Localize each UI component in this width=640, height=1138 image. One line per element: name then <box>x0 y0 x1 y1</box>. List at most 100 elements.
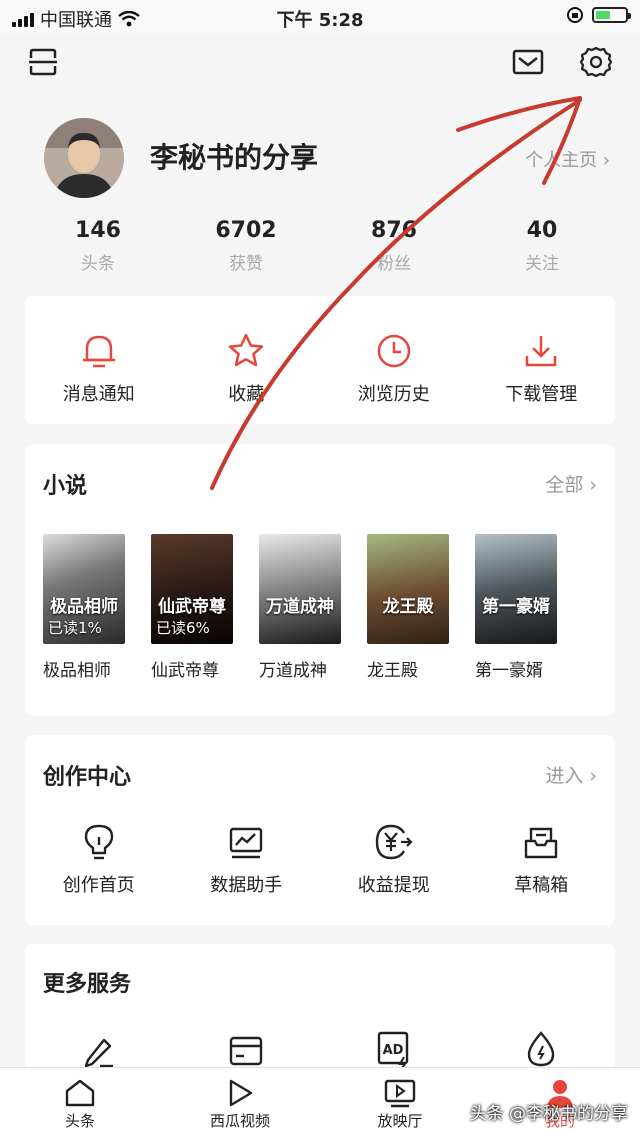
book-item[interactable]: 仙武帝尊 已读6% 仙武帝尊 <box>151 534 233 681</box>
book-name: 龙王殿 <box>367 661 418 681</box>
scan-icon[interactable] <box>23 42 63 82</box>
book-list: 极品相师 已读1% 极品相师 仙武帝尊 已读6% 仙武帝尊 万道成神 万道成神 龙王… <box>43 534 557 681</box>
favorites-button[interactable]: 收藏 <box>173 326 321 406</box>
service-item[interactable] <box>25 1024 173 1068</box>
book-cover: 万道成神 <box>259 534 341 644</box>
stat-label: 获赞 <box>229 254 263 274</box>
username: 李秘书的分享 <box>150 141 319 174</box>
quick-actions-card: 消息通知 收藏 浏览历史 下载管理 <box>25 296 615 424</box>
creation-enter-link[interactable]: 进入 › <box>545 761 597 788</box>
wallet-icon <box>230 1036 263 1066</box>
stat-value: 146 <box>75 218 121 243</box>
profile-header: 李秘书的分享 个人主页 › 146 头条 6702 获赞 876 粉丝 40 关注 <box>0 108 640 298</box>
read-progress: 已读1% <box>48 619 102 637</box>
action-label: 收藏 <box>228 384 265 405</box>
watermark: 头条 @李秘书的分享 <box>469 1104 628 1124</box>
avatar[interactable] <box>44 118 124 198</box>
tab-theater[interactable]: 放映厅 <box>320 1068 480 1138</box>
tab-xigua-video[interactable]: 西瓜视频 <box>160 1068 320 1138</box>
homepage-link[interactable]: 个人主页 › <box>525 146 610 172</box>
mail-icon[interactable] <box>508 42 548 82</box>
novels-title: 小说 <box>43 474 88 499</box>
services-title: 更多服务 <box>43 972 132 997</box>
messages-button[interactable]: 消息通知 <box>25 326 173 406</box>
stat-value: 6702 <box>215 218 277 243</box>
theater-icon <box>384 1079 416 1108</box>
rotation-lock-icon <box>567 7 583 23</box>
creation-label: 创作首页 <box>62 875 135 896</box>
status-right <box>566 6 631 24</box>
more-services-card: 更多服务 AD <box>25 944 615 1084</box>
home-icon <box>65 1079 95 1107</box>
creation-label: 数据助手 <box>210 875 283 896</box>
book-name: 第一豪婿 <box>475 661 543 681</box>
drop-icon <box>528 1031 555 1067</box>
clock-icon <box>377 334 410 368</box>
star-icon <box>229 333 264 367</box>
settings-gear-icon[interactable] <box>576 42 616 82</box>
service-item[interactable] <box>468 1024 616 1068</box>
download-icon <box>526 336 557 367</box>
ad-text: AD <box>382 1043 403 1058</box>
novels-card: 小说 全部 › 极品相师 已读1% 极品相师 仙武帝尊 已读6% 仙武帝尊 万道成神… <box>25 444 615 716</box>
data-assistant-button[interactable]: 数据助手 <box>173 817 321 897</box>
stat-label: 关注 <box>525 254 559 274</box>
book-cover: 第一豪婿 <box>475 534 557 644</box>
stat-value: 876 <box>371 218 417 243</box>
battery-icon <box>592 7 631 23</box>
book-name: 仙武帝尊 <box>151 661 219 681</box>
creation-label: 收益提现 <box>357 875 430 896</box>
stat-following[interactable]: 40 关注 <box>468 218 616 274</box>
read-progress: 已读6% <box>156 619 210 637</box>
book-item[interactable]: 极品相师 已读1% 极品相师 <box>43 534 125 681</box>
drafts-icon <box>525 827 558 859</box>
stat-followers[interactable]: 876 粉丝 <box>320 218 468 274</box>
tab-headlines[interactable]: 头条 <box>0 1068 160 1138</box>
downloads-button[interactable]: 下载管理 <box>468 326 616 406</box>
play-icon <box>229 1079 253 1107</box>
bulb-icon <box>84 824 113 860</box>
book-name: 极品相师 <box>43 661 111 681</box>
creation-home-button[interactable]: 创作首页 <box>25 817 173 897</box>
ad-icon: AD <box>377 1031 408 1068</box>
chart-icon <box>230 827 263 859</box>
book-cover: 仙武帝尊已读6% <box>151 534 233 644</box>
action-label: 消息通知 <box>62 384 135 405</box>
stats-row: 146 头条 6702 获赞 876 粉丝 40 关注 <box>0 218 640 274</box>
cover-title: 极品相师 <box>50 597 118 617</box>
status-bar: 中国联通 下午 5:28 <box>0 0 640 34</box>
stat-value: 40 <box>526 218 558 243</box>
history-button[interactable]: 浏览历史 <box>320 326 468 406</box>
stat-headlines[interactable]: 146 头条 <box>24 218 172 274</box>
status-time: 下午 5:28 <box>276 10 364 31</box>
earnings-button[interactable]: 收益提现 <box>320 817 468 897</box>
cover-title: 龙王殿 <box>382 597 434 617</box>
cover-title: 仙武帝尊 <box>158 597 226 617</box>
pen-icon <box>84 1038 113 1068</box>
action-label: 浏览历史 <box>357 384 430 405</box>
action-label: 下载管理 <box>505 384 578 405</box>
creation-center-card: 创作中心 进入 › 创作首页 数据助手 收益提现 草稿箱 <box>25 735 615 925</box>
stat-likes[interactable]: 6702 获赞 <box>172 218 320 274</box>
tab-bar: 头条 西瓜视频 放映厅 我的 头条 @李秘书的分享 <box>0 1067 640 1138</box>
creation-label: 草稿箱 <box>514 875 569 896</box>
service-item[interactable] <box>173 1024 321 1068</box>
stat-label: 粉丝 <box>377 254 411 274</box>
stat-label: 头条 <box>81 254 115 274</box>
cover-title: 第一豪婿 <box>482 597 550 617</box>
book-cover: 龙王殿 <box>367 534 449 644</box>
yuan-icon <box>375 824 413 860</box>
book-item[interactable]: 第一豪婿 第一豪婿 <box>475 534 557 681</box>
service-item[interactable]: AD <box>320 1024 468 1068</box>
novels-all-link[interactable]: 全部 › <box>545 470 597 497</box>
creation-title: 创作中心 <box>43 765 132 790</box>
tab-label: 头条 <box>64 1112 95 1130</box>
bell-icon <box>82 335 115 368</box>
book-name: 万道成神 <box>259 661 327 681</box>
book-item[interactable]: 龙王殿 龙王殿 <box>367 534 449 681</box>
drafts-button[interactable]: 草稿箱 <box>468 817 616 897</box>
top-bar <box>0 34 640 94</box>
book-item[interactable]: 万道成神 万道成神 <box>259 534 341 681</box>
tab-label: 放映厅 <box>377 1112 423 1130</box>
cover-title: 万道成神 <box>266 597 334 617</box>
